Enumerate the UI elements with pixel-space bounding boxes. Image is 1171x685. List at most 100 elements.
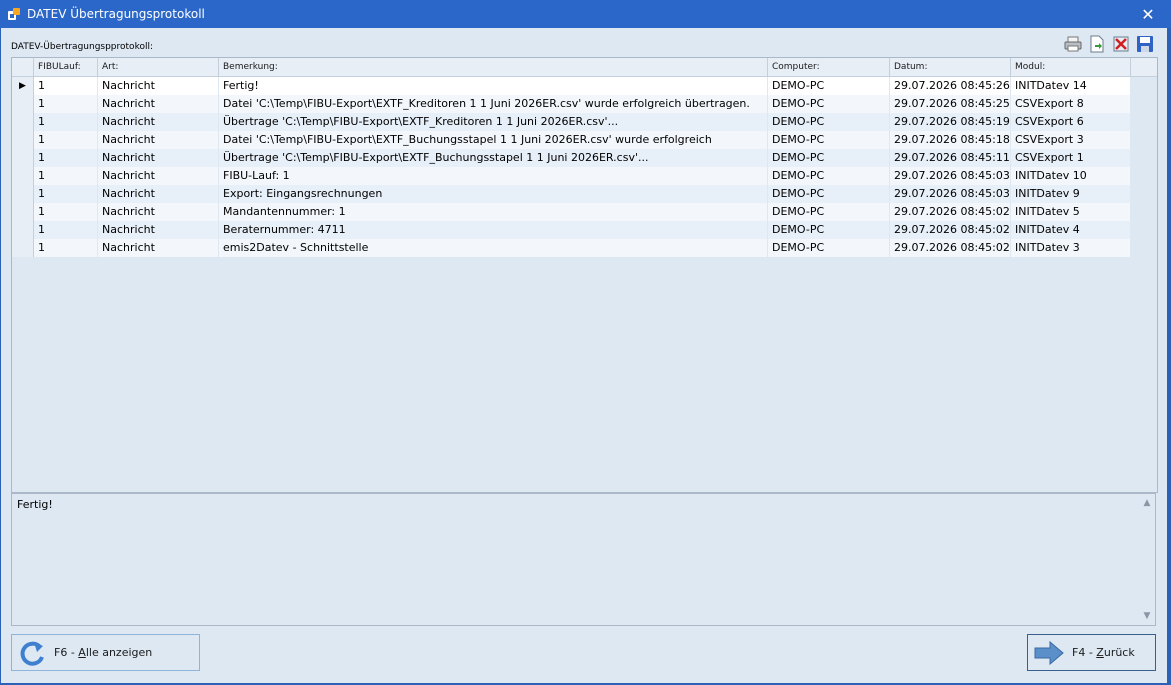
cell-art: Nachricht xyxy=(98,149,219,167)
cell-bemerkung: emis2Datev - Schnittstelle xyxy=(219,239,768,257)
table-row[interactable]: 1 Nachricht Mandantennummer: 1 DEMO-PC 2… xyxy=(12,203,1157,221)
scroll-down-icon[interactable]: ▼ xyxy=(1144,611,1151,621)
back-button[interactable]: F4 - Zurück xyxy=(1027,634,1156,671)
cell-computer: DEMO-PC xyxy=(768,185,890,203)
cell-fibulauf: 1 xyxy=(34,95,98,113)
cell-modul: INITDatev 9 xyxy=(1011,185,1131,203)
cell-datum: 29.07.2026 08:45:18 xyxy=(890,131,1011,149)
arrow-right-icon xyxy=(1034,640,1064,666)
cell-computer: DEMO-PC xyxy=(768,221,890,239)
export-icon[interactable] xyxy=(1087,34,1107,54)
cell-bemerkung: Fertig! xyxy=(219,77,768,95)
cell-modul: CSVExport 3 xyxy=(1011,131,1131,149)
close-button[interactable]: ✕ xyxy=(1125,0,1171,28)
cell-modul: CSVExport 1 xyxy=(1011,149,1131,167)
cell-art: Nachricht xyxy=(98,167,219,185)
window-title: DATEV Übertragungsprotokoll xyxy=(27,7,205,21)
row-indicator-header xyxy=(12,58,34,76)
row-indicator xyxy=(12,221,34,239)
cell-computer: DEMO-PC xyxy=(768,131,890,149)
cell-computer: DEMO-PC xyxy=(768,239,890,257)
column-header-computer[interactable]: Computer: xyxy=(768,58,890,76)
printer-icon[interactable] xyxy=(1063,34,1083,54)
cell-datum: 29.07.2026 08:45:03 xyxy=(890,167,1011,185)
cell-art: Nachricht xyxy=(98,221,219,239)
cell-datum: 29.07.2026 08:45:11 xyxy=(890,149,1011,167)
cell-modul: INITDatev 3 xyxy=(1011,239,1131,257)
cell-fibulauf: 1 xyxy=(34,239,98,257)
cell-bemerkung: Datei 'C:\Temp\FIBU-Export\EXTF_Kreditor… xyxy=(219,95,768,113)
cell-datum: 29.07.2026 08:45:25 xyxy=(890,95,1011,113)
cell-fibulauf: 1 xyxy=(34,167,98,185)
scroll-up-icon[interactable]: ▲ xyxy=(1144,498,1151,508)
toolbar xyxy=(1063,34,1155,54)
column-header-modul[interactable]: Modul: xyxy=(1011,58,1131,76)
table-row[interactable]: ▶ 1 Nachricht Fertig! DEMO-PC 29.07.2026… xyxy=(12,77,1157,95)
cell-art: Nachricht xyxy=(98,113,219,131)
cell-modul: INITDatev 4 xyxy=(1011,221,1131,239)
cell-datum: 29.07.2026 08:45:02 xyxy=(890,203,1011,221)
cell-datum: 29.07.2026 08:45:03 xyxy=(890,185,1011,203)
table-row[interactable]: 1 Nachricht Übertrage 'C:\Temp\FIBU-Expo… xyxy=(12,113,1157,131)
cell-fibulauf: 1 xyxy=(34,221,98,239)
cell-computer: DEMO-PC xyxy=(768,203,890,221)
cell-modul: INITDatev 10 xyxy=(1011,167,1131,185)
cell-computer: DEMO-PC xyxy=(768,149,890,167)
table-row[interactable]: 1 Nachricht FIBU-Lauf: 1 DEMO-PC 29.07.2… xyxy=(12,167,1157,185)
cell-modul: CSVExport 6 xyxy=(1011,113,1131,131)
row-indicator xyxy=(12,149,34,167)
row-indicator xyxy=(12,131,34,149)
table-row[interactable]: 1 Nachricht Datei 'C:\Temp\FIBU-Export\E… xyxy=(12,131,1157,149)
column-header-art[interactable]: Art: xyxy=(98,58,219,76)
protocol-grid: FIBULauf: Art: Bemerkung: Computer: Datu… xyxy=(11,57,1158,493)
column-header-bemerkung[interactable]: Bemerkung: xyxy=(219,58,768,76)
row-indicator: ▶ xyxy=(12,77,34,95)
grid-label: DATEV-Übertragungspprotokoll: xyxy=(11,42,153,52)
cell-fibulauf: 1 xyxy=(34,77,98,95)
row-indicator xyxy=(12,95,34,113)
row-indicator xyxy=(12,113,34,131)
table-row[interactable]: 1 Nachricht Export: Eingangsrechnungen D… xyxy=(12,185,1157,203)
back-label: F4 - Zurück xyxy=(1072,646,1135,659)
grid-header: FIBULauf: Art: Bemerkung: Computer: Datu… xyxy=(12,58,1157,77)
title-bar: DATEV Übertragungsprotokoll ✕ xyxy=(0,0,1171,28)
cell-fibulauf: 1 xyxy=(34,149,98,167)
table-row[interactable]: 1 Nachricht Beraternummer: 4711 DEMO-PC … xyxy=(12,221,1157,239)
memo-scrollbar[interactable]: ▲ ▼ xyxy=(1139,494,1155,625)
cell-datum: 29.07.2026 08:45:19 xyxy=(890,113,1011,131)
cell-fibulauf: 1 xyxy=(34,185,98,203)
cell-bemerkung: Datei 'C:\Temp\FIBU-Export\EXTF_Buchungs… xyxy=(219,131,768,149)
current-row-arrow-icon: ▶ xyxy=(19,81,26,91)
row-indicator xyxy=(12,203,34,221)
column-header-fibulauf[interactable]: FIBULauf: xyxy=(34,58,98,76)
cell-datum: 29.07.2026 08:45:02 xyxy=(890,239,1011,257)
cell-computer: DEMO-PC xyxy=(768,95,890,113)
cell-art: Nachricht xyxy=(98,77,219,95)
remark-memo[interactable]: Fertig! ▲ ▼ xyxy=(11,493,1156,626)
show-all-label: F6 - Alle anzeigen xyxy=(54,646,153,659)
refresh-arrow-icon xyxy=(18,639,46,667)
cell-art: Nachricht xyxy=(98,203,219,221)
delete-icon[interactable] xyxy=(1111,34,1131,54)
row-indicator xyxy=(12,185,34,203)
table-row[interactable]: 1 Nachricht Übertrage 'C:\Temp\FIBU-Expo… xyxy=(12,149,1157,167)
show-all-button[interactable]: F6 - Alle anzeigen xyxy=(11,634,200,671)
save-icon[interactable] xyxy=(1135,34,1155,54)
cell-computer: DEMO-PC xyxy=(768,77,890,95)
cell-datum: 29.07.2026 08:45:02 xyxy=(890,221,1011,239)
table-row[interactable]: 1 Nachricht emis2Datev - Schnittstelle D… xyxy=(12,239,1157,257)
cell-fibulauf: 1 xyxy=(34,131,98,149)
row-indicator xyxy=(12,167,34,185)
table-row[interactable]: 1 Nachricht Datei 'C:\Temp\FIBU-Export\E… xyxy=(12,95,1157,113)
cell-datum: 29.07.2026 08:45:26 xyxy=(890,77,1011,95)
cell-art: Nachricht xyxy=(98,95,219,113)
cell-modul: INITDatev 14 xyxy=(1011,77,1131,95)
dialog-client: DATEV-Übertragungspprotokoll: FIBULauf: … xyxy=(1,28,1167,683)
cell-art: Nachricht xyxy=(98,185,219,203)
cell-fibulauf: 1 xyxy=(34,203,98,221)
cell-art: Nachricht xyxy=(98,239,219,257)
column-header-datum[interactable]: Datum: xyxy=(890,58,1011,76)
app-icon xyxy=(6,6,22,22)
cell-bemerkung: Übertrage 'C:\Temp\FIBU-Export\EXTF_Kred… xyxy=(219,113,768,131)
cell-modul: CSVExport 8 xyxy=(1011,95,1131,113)
